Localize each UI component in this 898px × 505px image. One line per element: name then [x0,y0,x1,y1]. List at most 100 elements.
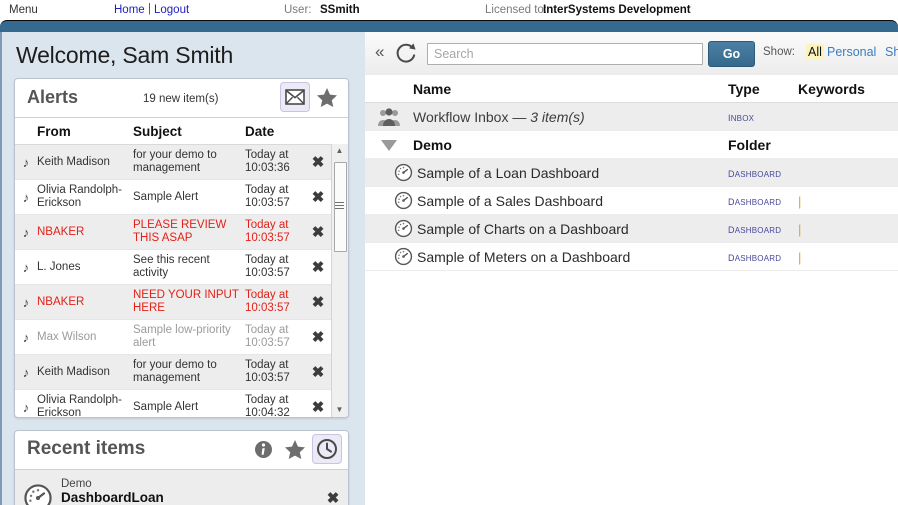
show-filter-shared[interactable]: Sh [885,45,898,59]
alerts-count: 19 new item(s) [143,93,219,105]
alert-from: Max Wilson [37,330,97,343]
search-input[interactable] [427,43,703,65]
logout-link[interactable]: Logout [154,4,189,16]
table-row[interactable]: Workflow Inbox — 3 item(s) inbox [365,103,898,131]
alert-row[interactable]: ♪ Keith Madison for your demo to managemen… [15,145,348,180]
show-filter-personal[interactable]: Personal [827,45,876,59]
item-name[interactable]: Demo [413,137,728,153]
alerts-scrollbar[interactable]: ▲ ▼ [331,144,348,417]
recent-item[interactable]: DemoDashboardLoanToday at 11:27:50✖ [15,470,348,505]
dismiss-alert-icon[interactable]: ✖ [305,223,331,241]
show-label: Show: [763,46,795,58]
table-row[interactable]: Sample of a Sales Dashboard dashboard | [365,187,898,215]
dismiss-alert-icon[interactable]: ✖ [305,398,331,416]
alert-from: L. Jones [37,260,81,273]
license-label: Licensed to: [485,4,548,16]
item-type: Folder [728,136,771,153]
alert-date: Today at 10:03:57 [245,184,290,209]
clock-icon[interactable] [312,434,342,464]
dismiss-alert-icon[interactable]: ✖ [305,153,331,171]
table-row[interactable]: Demo Folder [365,131,898,159]
refresh-icon[interactable] [393,40,419,71]
item-name[interactable]: Sample of Meters on a Dashboard [417,249,728,265]
item-name-text: Sample of a Loan Dashboard [417,164,600,181]
alert-subject: PLEASE REVIEW THIS ASAP [133,219,227,244]
collapse-icon[interactable]: « [375,42,384,62]
item-type: inbox [728,109,755,124]
dismiss-alert-icon[interactable]: ✖ [305,258,331,276]
recent-item-name: DashboardLoan [61,490,164,505]
note-icon: ♪ [22,364,30,380]
triangle-down-icon-glyph [381,139,397,151]
alert-row[interactable]: ♪ NBAKER NEED YOUR INPUT HERE Today at 10:0… [15,285,348,320]
recent-rows-container: DemoDashboardLoanToday at 11:27:50✖ [15,470,348,505]
alert-date: Today at 10:03:57 [245,289,290,314]
item-name-text: Sample of Charts on a Dashboard [417,220,629,237]
gauge-icon-glyph [394,219,413,238]
alert-from: Keith Madison [37,155,110,168]
note-icon: ♪ [22,189,30,205]
note-icon: ♪ [22,399,30,415]
left-pane: Welcome, Sam Smith Alerts 19 new item(s) [0,32,365,505]
menu-label[interactable]: Menu [9,4,38,16]
note-icon: ♪ [22,294,30,310]
alert-subject: See this recent activity [133,254,210,279]
recent-header-icons [248,434,342,464]
top-utility-bar: Menu Home | Logout User: SSmith Licensed… [0,0,898,22]
item-keywords: | [798,249,898,265]
envelope-icon[interactable] [280,82,310,112]
alert-from: NBAKER [37,225,85,238]
recent-items-title: Recent items [27,438,146,459]
home-link[interactable]: Home [114,4,145,16]
alert-row[interactable]: ♪ L. Jones See this recent activity Today a… [15,250,348,285]
table-row[interactable]: Sample of Meters on a Dashboard dashboard… [365,243,898,271]
alert-date: Today at 10:03:57 [245,324,290,349]
alert-row[interactable]: ♪ Keith Madison for your demo to managemen… [15,355,348,390]
alert-from: Keith Madison [37,365,110,378]
go-button[interactable]: Go [708,41,755,67]
scroll-up-icon[interactable]: ▲ [332,144,347,158]
show-filter-all[interactable]: All [806,44,824,60]
item-name[interactable]: Sample of Charts on a Dashboard [417,221,728,237]
keyword-marker: | [798,221,802,237]
item-name-text: Sample of Meters on a Dashboard [417,248,631,265]
column-type[interactable]: Type [728,81,798,97]
item-browser-table: Name Type Keywords Workflow Inbox — 3 it… [365,75,898,505]
scroll-down-icon[interactable]: ▼ [332,403,347,417]
alerts-column-headers: From Subject Date [15,118,348,145]
info-icon[interactable] [248,434,278,464]
alert-row[interactable]: ♪ Max Wilson Sample low-priority alert Toda… [15,320,348,355]
item-name[interactable]: Sample of a Loan Dashboard [417,165,728,181]
alert-subject: Sample low-priority alert [133,324,231,349]
gauge-icon-glyph [394,247,413,266]
dismiss-alert-icon[interactable]: ✖ [305,328,331,346]
table-column-headers: Name Type Keywords [365,75,898,103]
star-icon[interactable] [312,82,342,112]
dismiss-alert-icon[interactable]: ✖ [305,293,331,311]
keyword-marker: | [798,249,802,265]
remove-recent-item-icon[interactable]: ✖ [318,489,348,505]
alert-row[interactable]: ♪ NBAKER PLEASE REVIEW THIS ASAP Today at 1… [15,215,348,250]
column-keywords[interactable]: Keywords [798,81,898,97]
dismiss-alert-icon[interactable]: ✖ [305,188,331,206]
table-row[interactable]: Sample of a Loan Dashboard dashboard [365,159,898,187]
item-name[interactable]: Sample of a Sales Dashboard [417,193,728,209]
star-icon[interactable] [280,434,310,464]
item-type: dashboard [728,249,782,264]
alert-from: Olivia Randolph-Erickson [37,184,123,209]
gauge-icon-glyph [24,484,52,505]
alert-row[interactable]: ♪ Olivia Randolph-Erickson Sample Alert Tod… [15,180,348,215]
gauge-icon [15,483,61,505]
item-name[interactable]: Workflow Inbox — 3 item(s) [413,109,728,125]
alert-row[interactable]: ♪ Olivia Randolph-Erickson Sample Alert Tod… [15,390,348,417]
table-row[interactable]: Sample of Charts on a Dashboard dashboard… [365,215,898,243]
dismiss-alert-icon[interactable]: ✖ [305,363,331,381]
recent-item-text: DemoDashboardLoanToday at 11:27:50 [61,477,318,505]
alert-subject: NEED YOUR INPUT HERE [133,289,239,314]
gauge-icon [365,219,417,238]
alert-subject: for your demo to management [133,359,217,384]
column-date: Date [245,123,275,139]
item-name-text: Sample of a Sales Dashboard [417,192,603,209]
column-name[interactable]: Name [413,81,728,97]
column-from: From [37,123,71,139]
